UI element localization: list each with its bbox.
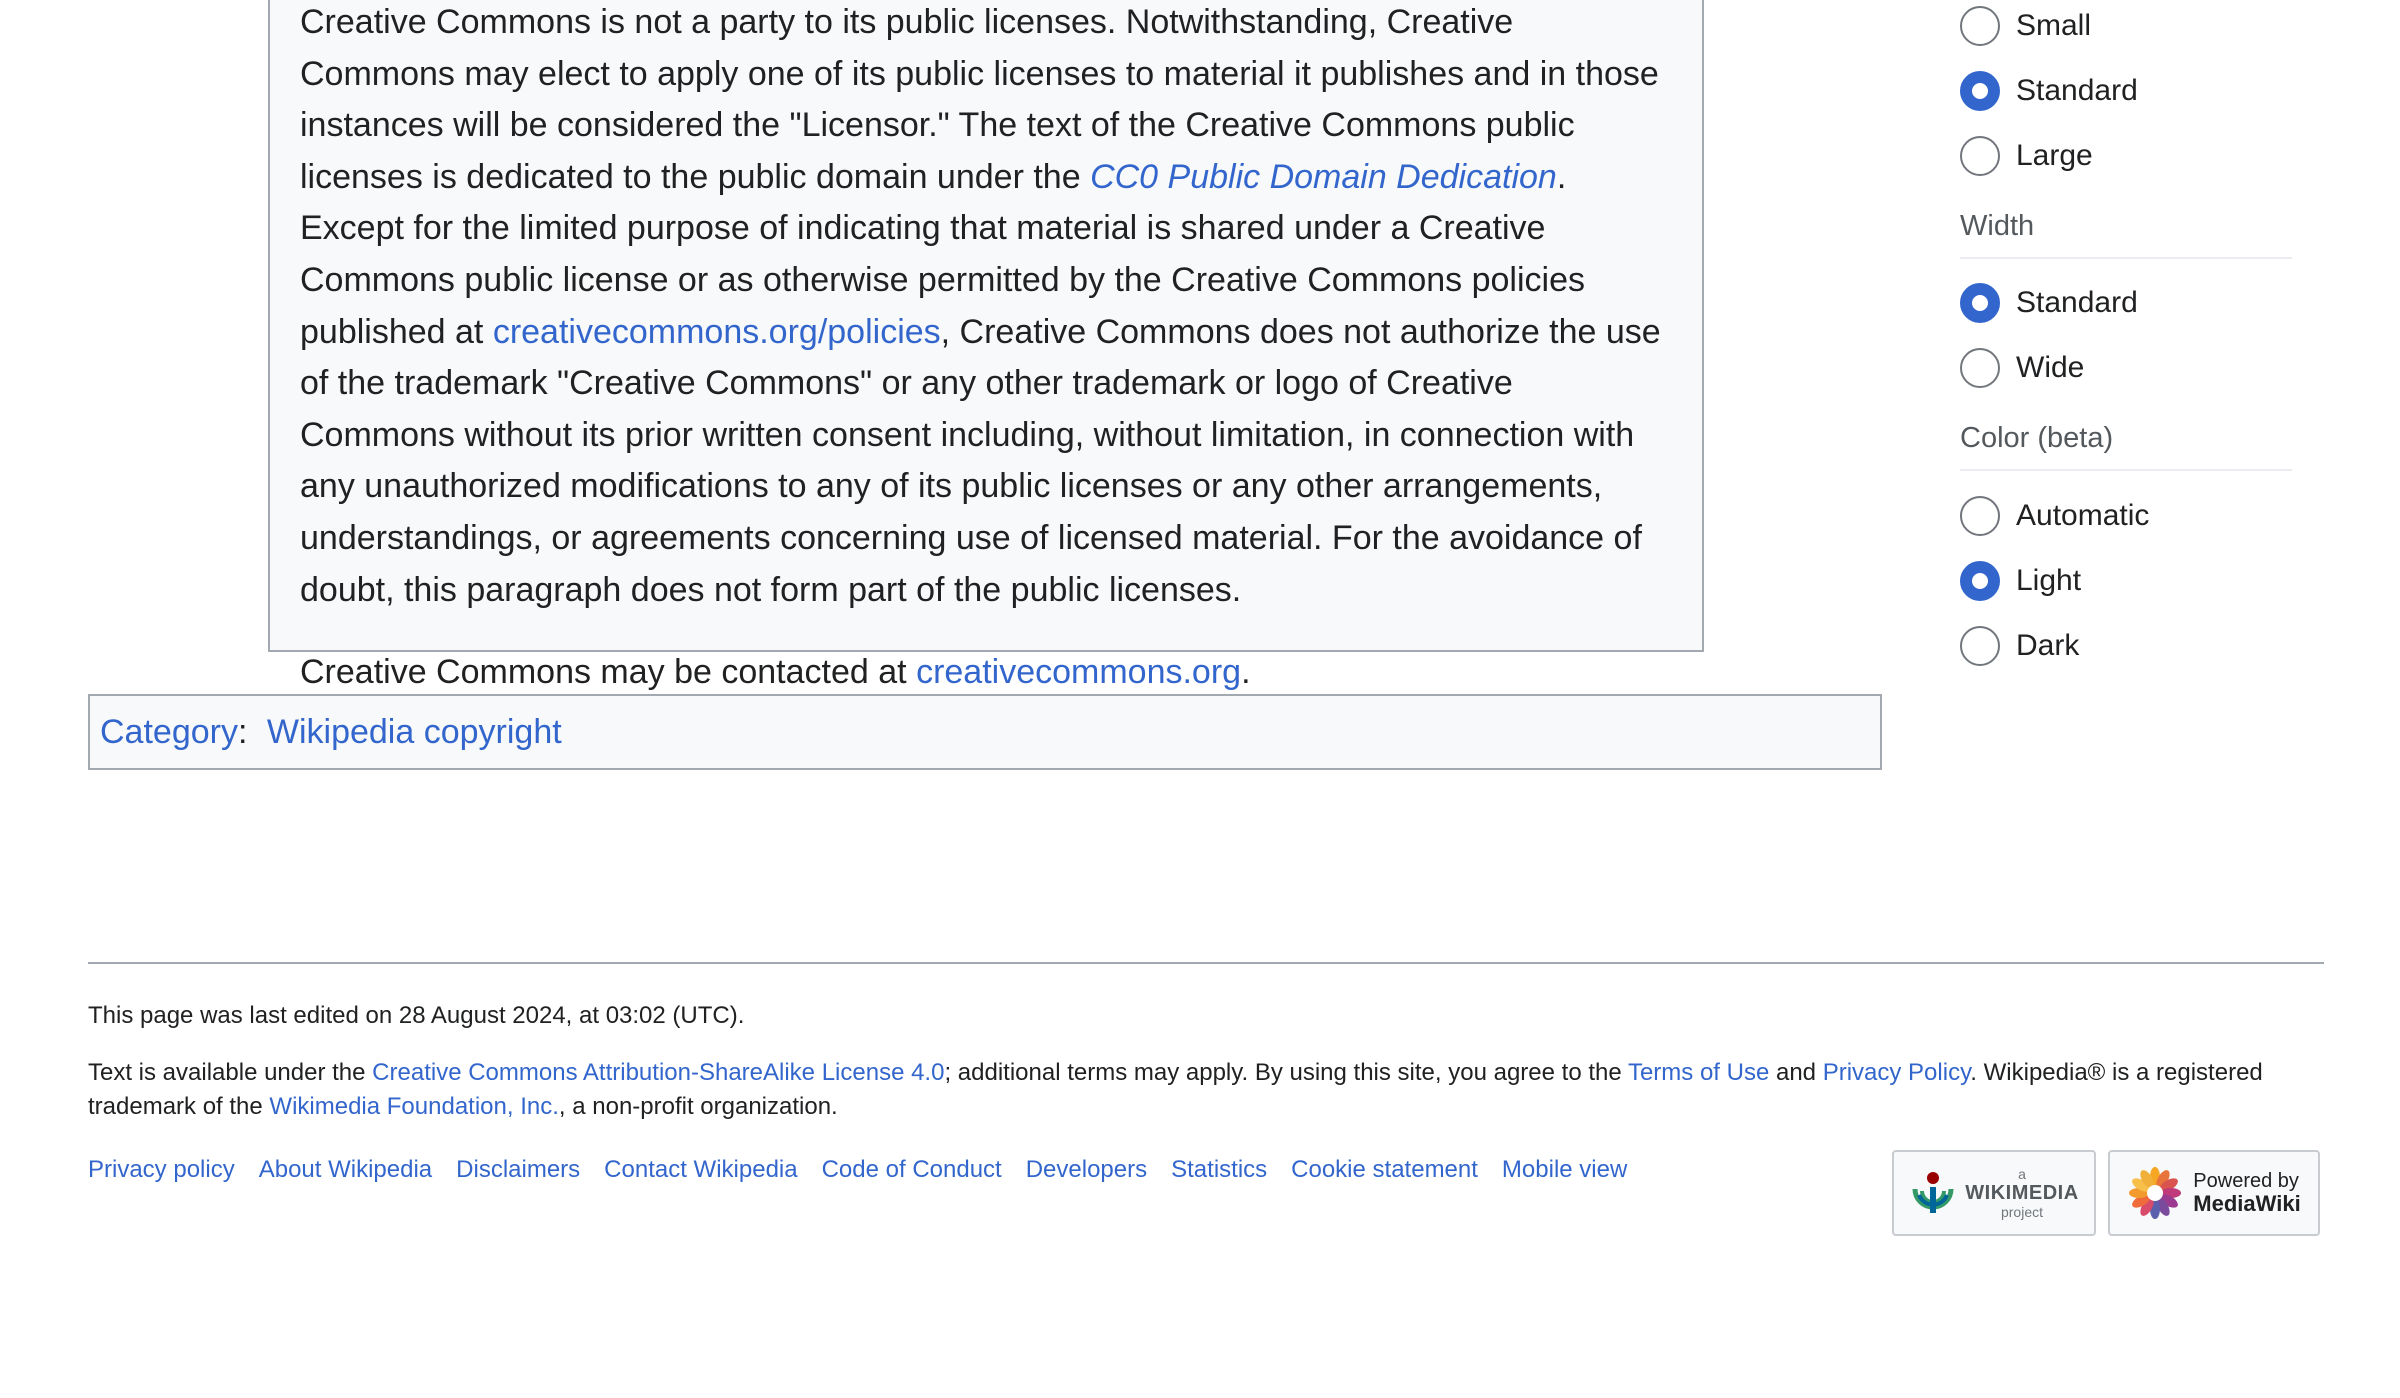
category-links: Category: Wikipedia copyright [88,694,1882,770]
footer-cookie-statement-link[interactable]: Cookie statement [1291,1156,1478,1184]
footer-about-link[interactable]: About Wikipedia [259,1156,432,1184]
radio-unchecked-icon[interactable] [1960,348,2000,388]
powered-by-mediawiki-badge[interactable]: Powered by MediaWiki [2108,1150,2320,1236]
width-heading: Width [1960,210,2292,259]
cc0-link[interactable]: CC0 Public Domain Dedication [1090,158,1557,196]
wikimedia-logo-icon [1912,1172,1954,1213]
radio-label: Standard [2016,74,2138,107]
notice-text: , Creative Commons does not authorize th… [300,312,1661,609]
wikimedia-badge-name: WIKIMEDIA [1965,1182,2079,1204]
radio-label: Automatic [2016,499,2150,532]
category-item-link[interactable]: Wikipedia copyright [267,713,562,751]
radio-checked-icon[interactable] [1960,71,2000,111]
radio-unchecked-icon[interactable] [1960,626,2000,666]
footer-statistics-link[interactable]: Statistics [1171,1156,1267,1184]
radio-label: Large [2016,139,2093,172]
width-wide-option[interactable]: Wide [1960,346,2084,390]
notice-box: Creative Commons is not a party to its p… [268,0,1704,691]
radio-label: Dark [2016,629,2080,662]
mediawiki-badge-line2: MediaWiki [2193,1190,2301,1216]
radio-label: Standard [2016,286,2138,319]
radio-label: Light [2016,564,2082,597]
text-size-large-option[interactable]: Large [1960,134,2093,178]
cc-license-link[interactable]: Creative Commons Attribution-ShareAlike … [372,1059,944,1086]
license-text: Text is available under the [88,1059,373,1086]
footer-code-of-conduct-link[interactable]: Code of Conduct [822,1156,1002,1184]
wikimedia-badge-top: a [2018,1166,2026,1182]
radio-checked-icon[interactable] [1960,561,2000,601]
color-heading: Color (beta) [1960,422,2292,471]
radio-unchecked-icon[interactable] [1960,136,2000,176]
license-text: and [1769,1059,1823,1086]
license-text: , a non-profit organization. [558,1093,838,1120]
contact-text-end: . [1241,653,1251,692]
width-standard-option[interactable]: Standard [1960,281,2138,325]
license-text: ; additional terms may apply. By using t… [944,1059,1628,1086]
radio-label: Small [2016,9,2092,42]
footer-disclaimers-link[interactable]: Disclaimers [456,1156,580,1184]
contact-text: Creative Commons may be contacted at [300,653,917,692]
footer-mobile-view-link[interactable]: Mobile view [1502,1156,1627,1184]
footer-icons: a WIKIMEDIA project Powered by MediaWiki [1892,1150,2320,1236]
text-size-standard-option[interactable]: Standard [1960,69,2138,113]
footer-contact-link[interactable]: Contact Wikipedia [604,1156,797,1184]
last-modified: This page was last edited on 28 August 2… [88,1002,745,1029]
text-size-small-option[interactable]: Small [1960,4,2091,48]
mediawiki-badge-text: Powered by MediaWiki [2193,1169,2301,1216]
category-separator: : [237,713,248,751]
policies-link[interactable]: creativecommons.org/policies [493,313,941,351]
contact-paragraph: Creative Commons may be contacted at cre… [300,647,1662,699]
radio-checked-icon[interactable] [1960,283,2000,323]
category-label-link[interactable]: Category [100,713,238,751]
terms-of-use-link[interactable]: Terms of Use [1628,1059,1769,1086]
wikimedia-project-badge[interactable]: a WIKIMEDIA project [1892,1150,2096,1236]
radio-unchecked-icon[interactable] [1960,6,2000,46]
mediawiki-flower-icon [2129,1167,2182,1219]
notice-paragraph: Creative Commons is not a party to its p… [300,0,1662,616]
wikimedia-badge-bottom: project [2000,1204,2043,1220]
footer-divider [88,962,2324,964]
wikimedia-foundation-link[interactable]: Wikimedia Foundation, Inc. [269,1093,558,1120]
contact-link[interactable]: creativecommons.org [916,653,1241,691]
radio-label: Wide [2016,351,2085,384]
footer-places: Privacy policy About Wikipedia Disclaime… [88,1156,1651,1184]
color-dark-option[interactable]: Dark [1960,624,2079,668]
mediawiki-badge-line1: Powered by [2193,1169,2299,1192]
radio-unchecked-icon[interactable] [1960,496,2000,536]
license-info: Text is available under the Creative Com… [88,1056,2328,1124]
color-automatic-option[interactable]: Automatic [1960,494,2149,538]
color-light-option[interactable]: Light [1960,559,2081,603]
privacy-policy-link[interactable]: Privacy Policy [1823,1059,1971,1086]
footer-developers-link[interactable]: Developers [1026,1156,1147,1184]
footer-privacy-policy-link[interactable]: Privacy policy [88,1156,235,1184]
wikimedia-badge-text: a WIKIMEDIA project [1965,1167,2078,1219]
